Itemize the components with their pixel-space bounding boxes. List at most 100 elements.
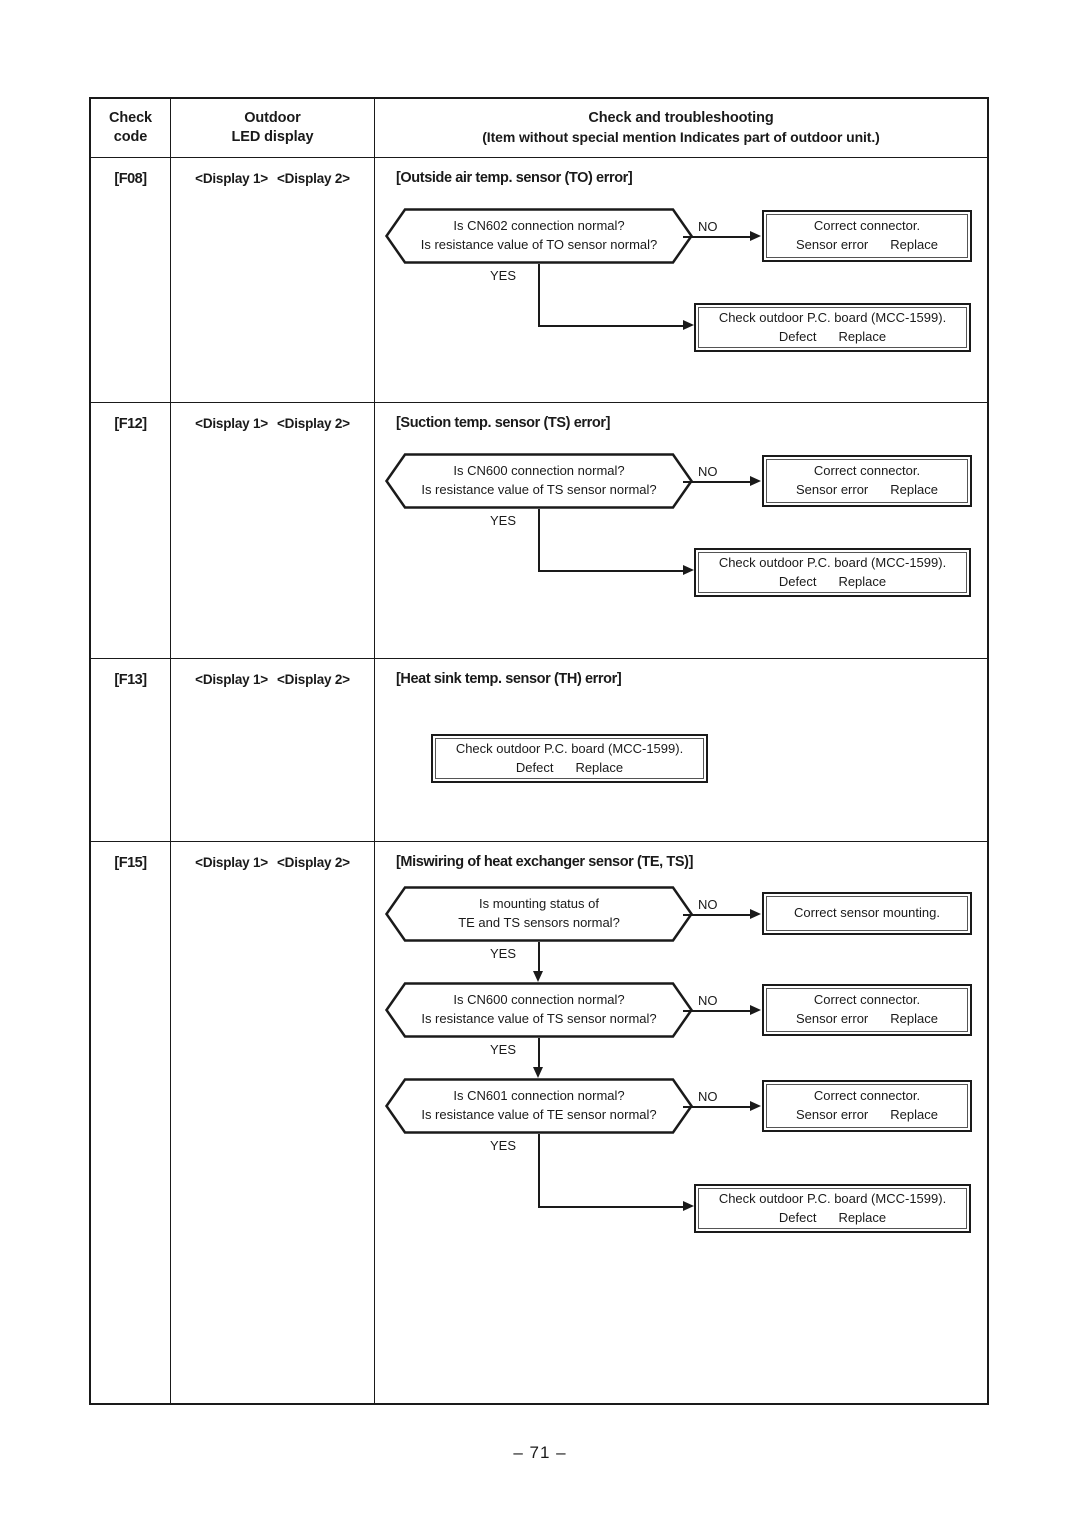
result-line-2: Sensor error Replace <box>796 1010 938 1029</box>
display-1-label: <Display 1> <box>195 171 268 186</box>
arrow-head-down-1 <box>533 971 543 982</box>
result-box-no-2: Correct connector. Sensor error Replace <box>762 984 972 1036</box>
table-row: [F08] <Display 1> <Display 2> [Outside ai… <box>91 157 987 402</box>
defect-label: Defect <box>778 1209 817 1225</box>
connector-no-3-horizontal <box>683 1106 753 1108</box>
result-line-2: Defect Replace <box>779 328 886 347</box>
result-line-2: Defect Replace <box>779 1209 886 1228</box>
result-box-yes-inner: Check outdoor P.C. board (MCC-1599). Def… <box>698 307 967 348</box>
troubleshooting-content: [Miswiring of heat exchanger sensor (TE,… <box>375 841 987 1403</box>
result-box-yes: Check outdoor P.C. board (MCC-1599). Def… <box>694 303 971 352</box>
arrow-head-no <box>750 230 761 241</box>
connector-no-horizontal <box>683 481 753 483</box>
result-line-1: Check outdoor P.C. board (MCC-1599). <box>455 740 684 756</box>
result-box-no-3: Correct connector. Sensor error Replace <box>762 1080 972 1132</box>
flowchart: Check outdoor P.C. board (MCC-1599). Def… <box>375 658 987 841</box>
connector-yes-horizontal <box>538 570 686 572</box>
branch-label-no: NO <box>698 219 718 234</box>
arrow-head-no-3 <box>750 1100 761 1111</box>
page-number: – 71 – <box>513 1443 567 1462</box>
result-line-1: Check outdoor P.C. board (MCC-1599). <box>718 1190 947 1206</box>
result-box-yes-inner: Check outdoor P.C. board (MCC-1599). Def… <box>698 552 967 593</box>
result-line-1: Check outdoor P.C. board (MCC-1599). <box>718 554 947 570</box>
decision-node: Is CN602 connection normal? Is resistanc… <box>384 208 694 264</box>
display-1-label: <Display 1> <box>195 672 268 687</box>
defect-label: Sensor error <box>796 1107 869 1122</box>
result-line-1: Correct connector. <box>813 1088 921 1104</box>
result-line-1: Correct connector. <box>813 218 921 234</box>
result-line-2: Sensor error Replace <box>796 236 938 255</box>
arrow-head-final <box>683 1200 694 1211</box>
check-code-value: [F08] <box>114 171 147 187</box>
display-1-label: <Display 1> <box>195 855 268 870</box>
check-code-value: [F12] <box>114 416 147 432</box>
check-code-value: [F13] <box>114 672 147 688</box>
result-box-no-2-inner: Correct connector. Sensor error Replace <box>766 988 968 1032</box>
table-row: [F15] <Display 1> <Display 2> [Miswiring … <box>91 841 987 1403</box>
result-box-no: Correct connector. Sensor error Replace <box>762 455 972 507</box>
branch-label-no: NO <box>698 464 718 479</box>
result-box-no-3-inner: Correct connector. Sensor error Replace <box>766 1084 968 1128</box>
table-row: [F13] <Display 1> <Display 2> [Heat sink … <box>91 658 987 841</box>
arrow-head-no <box>750 475 761 486</box>
header-check-and-troubleshooting: Check and troubleshooting (Item without … <box>375 99 987 157</box>
result-line-1: Check outdoor P.C. board (MCC-1599). <box>718 309 947 325</box>
decision-line-1: Is CN600 connection normal? <box>453 463 625 479</box>
connector-yes-vertical <box>538 264 540 326</box>
header-outdoor-led-display: Outdoor LED display <box>171 99 374 157</box>
flowchart: Is CN600 connection normal? Is resistanc… <box>375 402 987 658</box>
result-box-final: Check outdoor P.C. board (MCC-1599). Def… <box>694 1184 971 1233</box>
result-line-1: Correct sensor mounting. <box>794 905 940 921</box>
troubleshooting-content: [Heat sink temp. sensor (TH) error] Chec… <box>375 658 987 841</box>
display-2-label: <Display 2> <box>277 171 350 186</box>
check-code-value: [F15] <box>114 855 147 871</box>
result-box-no-1: Correct sensor mounting. <box>762 892 972 935</box>
table-row: [F12] <Display 1> <Display 2> [Suction te… <box>91 402 987 658</box>
display-2-label: <Display 2> <box>277 416 350 431</box>
result-box-no-inner: Correct connector. Sensor error Replace <box>766 459 968 503</box>
action-label: Replace <box>838 328 887 344</box>
defect-label: Defect <box>515 759 554 775</box>
result-box-no-inner: Correct connector. Sensor error Replace <box>766 214 968 258</box>
branch-label-yes: YES <box>490 513 517 528</box>
decision-line-2: TE and TS sensors normal? <box>458 915 620 930</box>
troubleshooting-content: [Outside air temp. sensor (TO) error] Is… <box>375 157 987 402</box>
decision-line-2: Is resistance value of TO sensor normal? <box>420 237 658 252</box>
branch-label-yes-3: YES <box>490 1138 517 1153</box>
led-display-value: <Display 1> <Display 2> <box>171 402 374 431</box>
result-box-inner: Check outdoor P.C. board (MCC-1599). Def… <box>435 738 704 779</box>
result-line-1: Correct connector. <box>813 463 921 479</box>
result-line-2: Sensor error Replace <box>796 1106 938 1125</box>
result-line-2: Defect Replace <box>779 573 886 592</box>
action-label: Replace <box>890 482 938 497</box>
led-display-value: <Display 1> <Display 2> <box>171 658 374 687</box>
result-box: Check outdoor P.C. board (MCC-1599). Def… <box>431 734 708 783</box>
connector-no-horizontal <box>683 236 753 238</box>
defect-label: Defect <box>778 573 817 589</box>
decision-line-2: Is resistance value of TS sensor normal? <box>421 1011 657 1026</box>
flowchart: Is mounting status of TE and TS sensors … <box>375 841 987 1403</box>
header-check-trouble-subtitle: (Item without special mention Indicates … <box>482 129 880 146</box>
decision-node-3: Is CN601 connection normal? Is resistanc… <box>384 1078 694 1134</box>
defect-label: Sensor error <box>796 482 869 497</box>
connector-final-horizontal <box>538 1206 686 1208</box>
display-2-label: <Display 2> <box>277 672 350 687</box>
branch-label-yes: YES <box>490 268 517 283</box>
header-check-code-line2: code <box>113 129 148 145</box>
connector-no-1-horizontal <box>683 914 753 916</box>
action-label: Replace <box>890 1107 938 1122</box>
arrow-head-down-2 <box>533 1067 543 1078</box>
action-label: Replace <box>575 759 624 775</box>
branch-label-no-3: NO <box>698 1089 718 1104</box>
header-outdoor-line2: LED display <box>231 129 314 145</box>
action-label: Replace <box>890 237 938 252</box>
troubleshooting-content: [Suction temp. sensor (TS) error] Is CN6… <box>375 402 987 658</box>
connector-yes-1-vertical <box>538 942 540 974</box>
action-label: Replace <box>890 1011 938 1026</box>
result-line-2: Sensor error Replace <box>796 481 938 500</box>
decision-node-2: Is CN600 connection normal? Is resistanc… <box>384 982 694 1038</box>
troubleshooting-table: Check code Outdoor LED display Check and… <box>89 97 989 1405</box>
arrow-head-no-2 <box>750 1004 761 1015</box>
led-display-value: <Display 1> <Display 2> <box>171 157 374 186</box>
header-check-trouble-title: Check and troubleshooting <box>588 110 774 127</box>
